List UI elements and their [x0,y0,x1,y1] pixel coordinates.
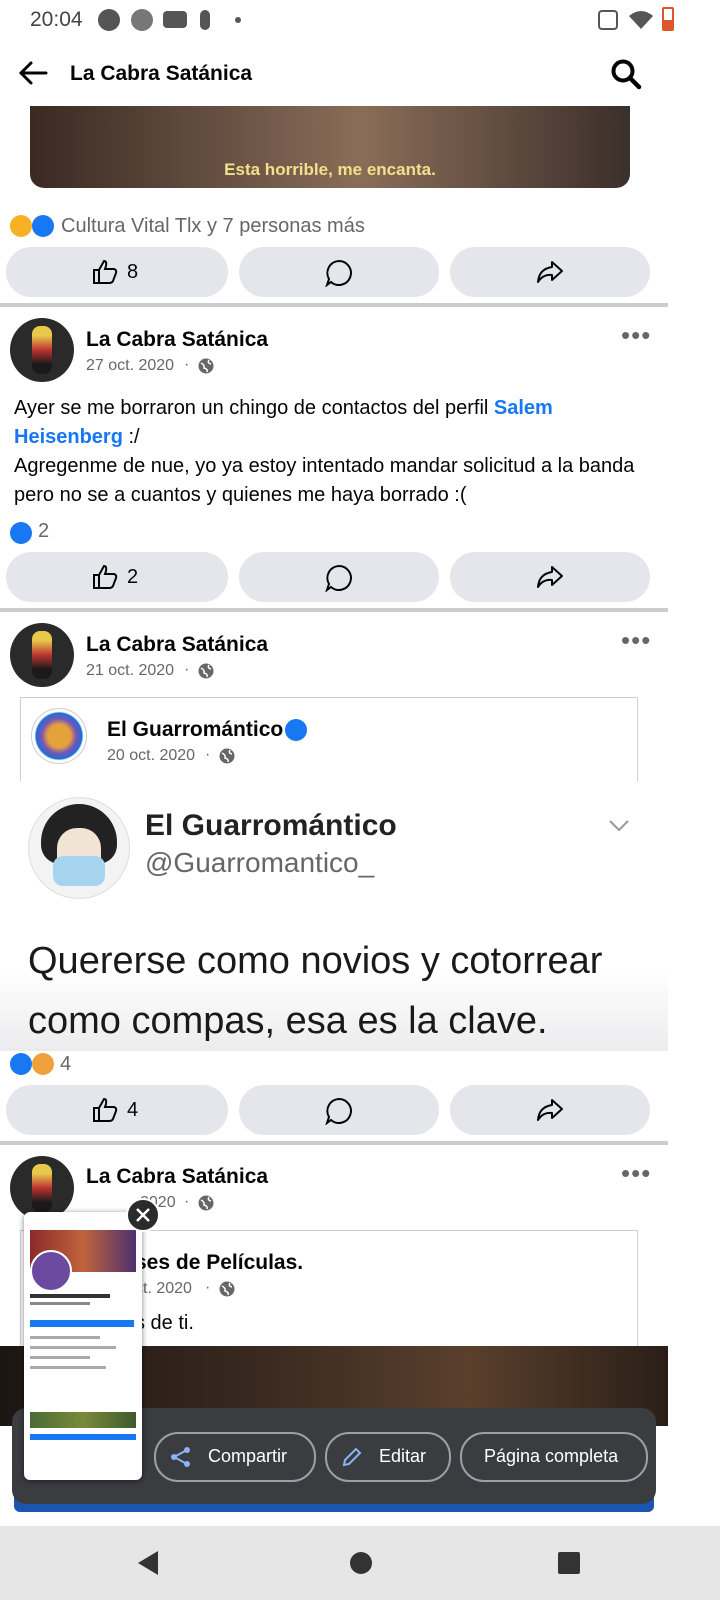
shared-post-header[interactable]: El Guarromántico 20 oct. 2020 · [20,697,638,782]
chrome-notification-icon [131,9,153,31]
share-button[interactable] [450,1085,650,1135]
share-button[interactable] [450,247,650,297]
comment-button[interactable] [239,1085,439,1135]
post-author[interactable]: La Cabra Satánica [86,328,268,352]
like-count: 4 [127,1099,139,1121]
like-reaction-icon [10,1053,32,1075]
thumbs-up-icon [93,564,118,589]
comment-button[interactable] [239,247,439,297]
comment-icon [325,259,352,287]
globe-icon [198,663,214,679]
chevron-down-icon [609,820,629,832]
back-arrow-icon[interactable] [18,60,48,86]
globe-icon [219,1281,235,1297]
battery-icon [662,7,674,31]
youtube-notification-icon [163,11,187,28]
post-author[interactable]: La Cabra Satánica [86,633,268,657]
nav-home-icon[interactable] [349,1551,373,1575]
post-text: Ayer se me borraron un chingo de contact… [14,397,635,506]
comment-button[interactable] [239,552,439,602]
screenshot-thumbnail[interactable] [24,1212,142,1480]
shared-author[interactable]: ses de Películas. [135,1251,303,1275]
globe-icon [198,358,214,374]
tweet-handle: @Guarromantico_ [145,847,375,878]
tweet-text: Quererse como novios y cotorrear como co… [28,940,603,1042]
vibrate-icon [598,10,618,30]
like-count: 2 [127,566,139,588]
tweet-avatar [28,797,130,899]
full-page-label: Página completa [484,1446,619,1466]
more-options-icon[interactable]: ••• [621,320,651,351]
comment-icon [325,564,352,592]
share-arrow-icon [537,261,563,283]
full-page-screenshot-button[interactable]: Página completa [460,1432,648,1482]
share-screenshot-label: Compartir [208,1446,288,1466]
post-video-frame[interactable]: Esta horrible, me encanta. [30,106,630,188]
tweet-display-name: El Guarromántico [145,809,397,842]
shared-page-avatar[interactable] [31,708,87,764]
close-icon [136,1208,150,1222]
thumbs-up-icon [93,1097,118,1122]
post-separator [0,1141,668,1145]
globe-icon [219,748,235,764]
thumbs-up-icon [93,259,118,284]
search-icon[interactable] [610,58,642,90]
wifi-icon [629,11,653,29]
more-options-icon[interactable]: ••• [621,625,651,656]
top-app-bar: La Cabra Satánica [0,40,668,108]
verified-badge-icon [285,719,307,741]
status-bar: 20:04 [0,0,720,40]
avatar[interactable] [10,1156,74,1220]
page-title: La Cabra Satánica [70,62,253,85]
post-separator [0,303,668,307]
facebook-notification-icon [98,9,120,31]
shared-author[interactable]: El Guarromántico [107,718,283,742]
post-date[interactable]: 27 oct. 2020 [86,357,174,375]
more-options-icon[interactable]: ••• [621,1158,651,1189]
share-button[interactable] [450,552,650,602]
pencil-icon [342,1447,362,1467]
system-navigation-bar [0,1526,720,1600]
reactions-count[interactable]: 4 [60,1053,71,1076]
haha-reaction-icon [10,215,32,237]
status-time: 20:04 [30,8,83,31]
nav-back-icon[interactable] [136,1550,160,1576]
share-arrow-icon [537,566,563,588]
video-subtitle: Esta horrible, me encanta. [224,160,436,179]
nav-recents-icon[interactable] [557,1551,581,1575]
like-reaction-icon [32,215,54,237]
edit-screenshot-button[interactable]: Editar [325,1432,451,1482]
shared-date[interactable]: 20 oct. 2020 [107,747,195,765]
close-thumbnail-button[interactable] [126,1198,160,1232]
like-button[interactable]: 8 [6,247,228,297]
microphone-icon [200,10,210,30]
tweet-screenshot-image[interactable]: El Guarromántico @Guarromantico_ Querers… [0,781,668,1051]
share-arrow-icon [537,1099,563,1121]
shared-post-text: s de ti. [135,1312,194,1334]
shared-date[interactable]: ct. 2020 [135,1280,192,1298]
care-reaction-icon [32,1053,54,1075]
post-date[interactable]: 21 oct. 2020 [86,662,174,680]
reactions-count[interactable]: 2 [38,520,49,543]
avatar[interactable] [10,623,74,687]
like-reaction-icon [10,522,32,544]
post-author[interactable]: La Cabra Satánica [86,1165,268,1189]
reactions-summary[interactable]: Cultura Vital Tlx y 7 personas más [61,215,365,238]
post-separator [0,608,668,612]
comment-icon [325,1097,352,1125]
avatar[interactable] [10,318,74,382]
globe-icon [198,1195,214,1211]
share-screenshot-button[interactable]: Compartir [154,1432,316,1482]
more-notifications-dot-icon [235,17,241,23]
like-count: 8 [127,261,139,283]
like-button[interactable]: 2 [6,552,228,602]
edit-screenshot-label: Editar [379,1446,427,1466]
share-icon [171,1447,190,1467]
like-button[interactable]: 4 [6,1085,228,1135]
